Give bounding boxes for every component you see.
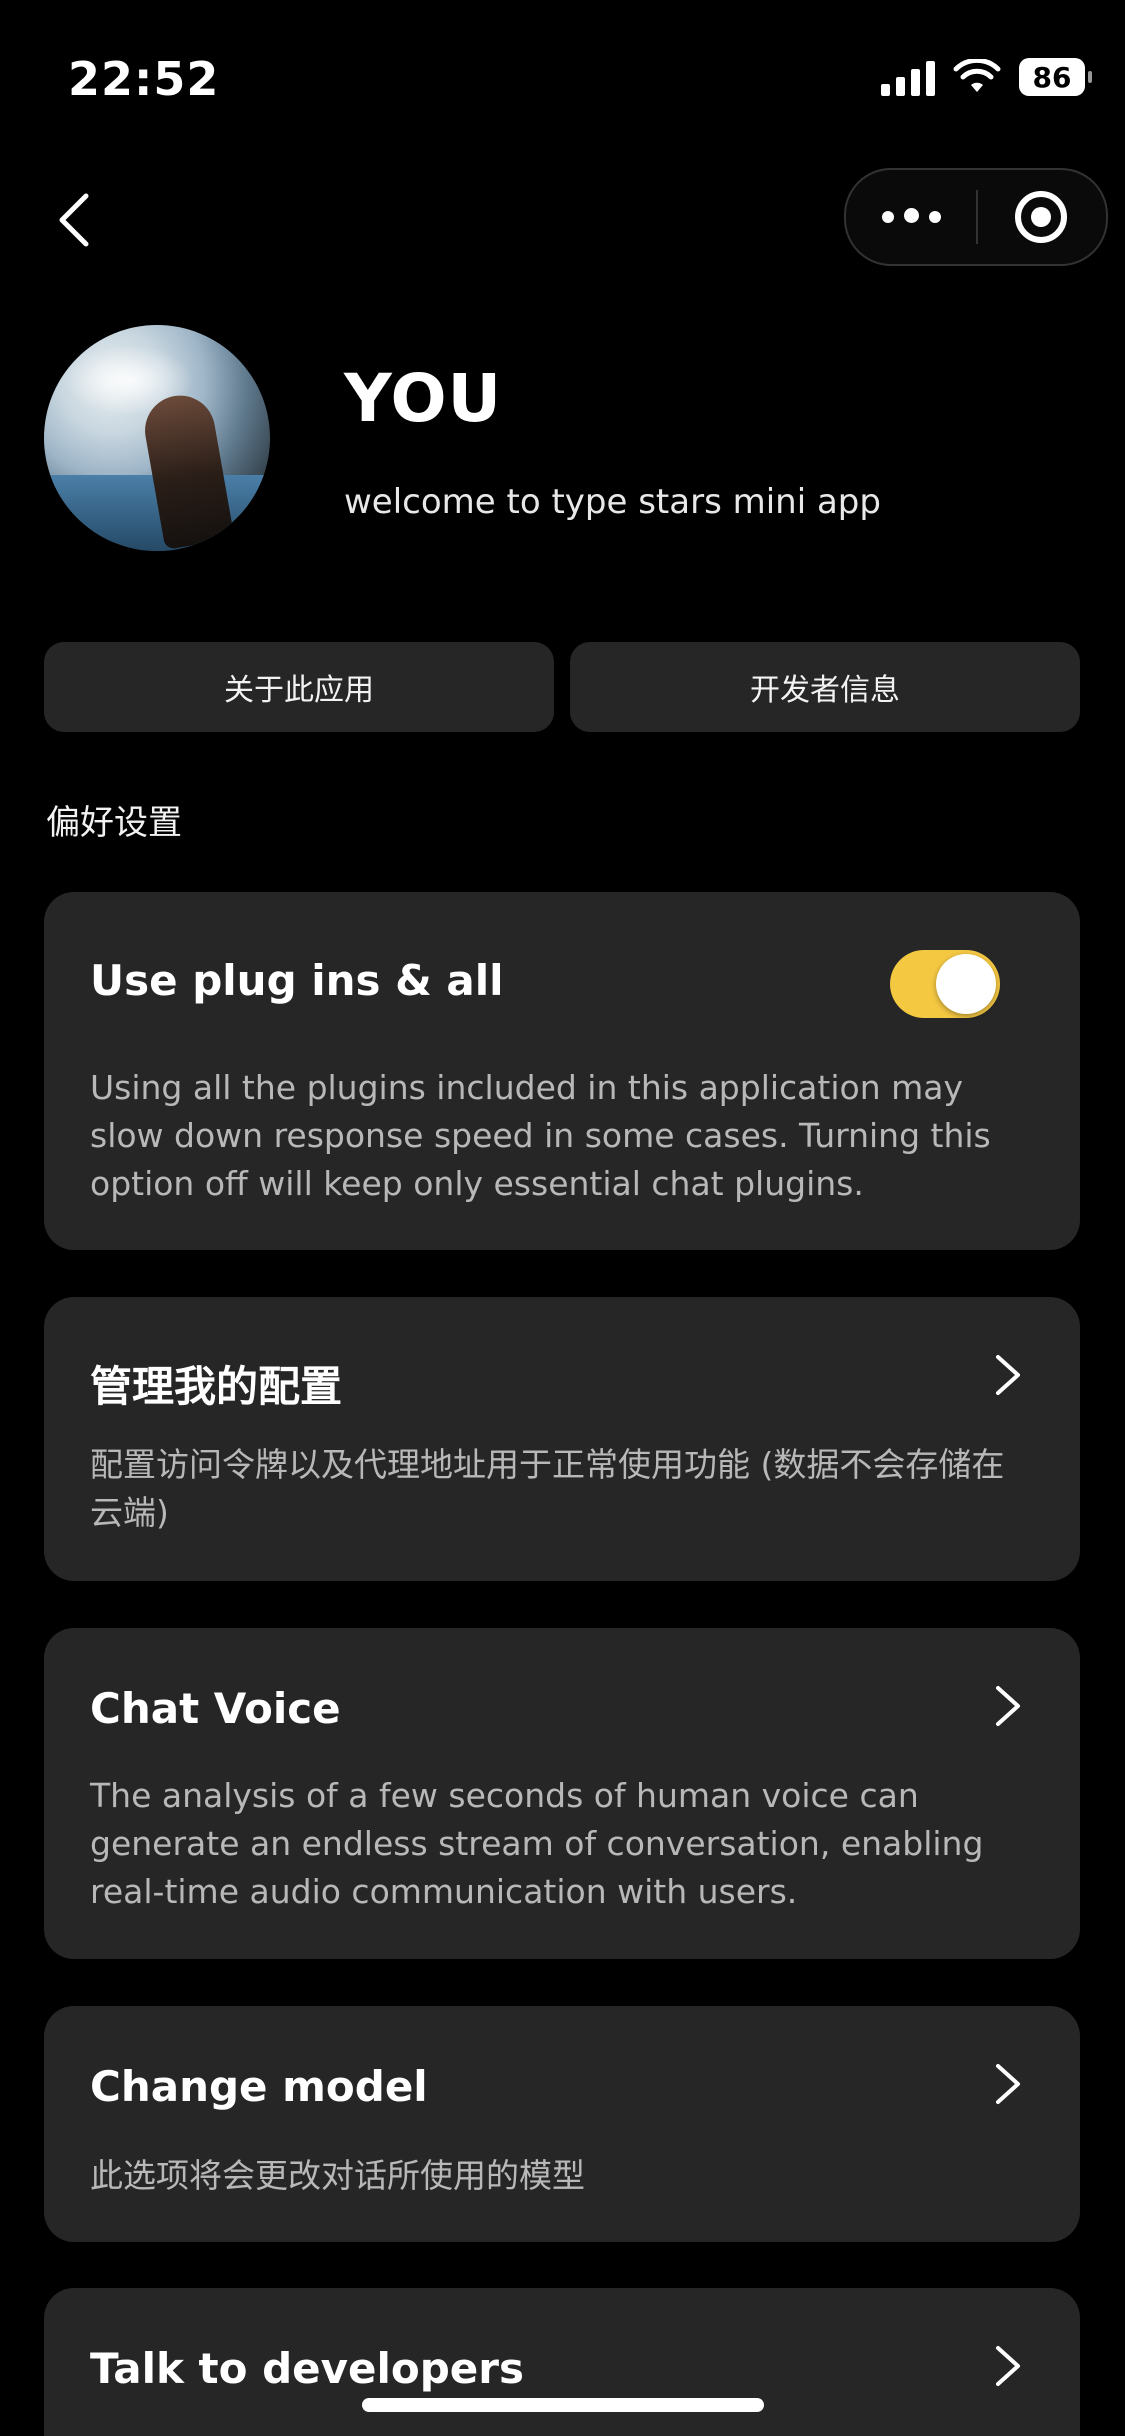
section-title-preferences: 偏好设置: [46, 803, 182, 843]
chevron-right-icon: [996, 1355, 1020, 1395]
toggle-knob: [936, 954, 996, 1014]
more-dots-icon: [877, 207, 946, 227]
back-button[interactable]: [44, 190, 104, 250]
profile-name: YOU: [344, 360, 503, 437]
status-icons: 86: [881, 58, 1092, 96]
chevron-left-icon: [59, 193, 89, 247]
chat-voice-title: Chat Voice: [90, 1684, 341, 1733]
developer-info-button[interactable]: 开发者信息: [570, 642, 1080, 732]
chevron-right-icon: [996, 2346, 1020, 2386]
talk-to-developers-card[interactable]: Talk to developers: [44, 2288, 1080, 2436]
chat-voice-card[interactable]: Chat Voice The analysis of a few seconds…: [44, 1628, 1080, 1959]
about-app-button[interactable]: 关于此应用: [44, 642, 554, 732]
plugins-toggle[interactable]: [890, 950, 1000, 1018]
manage-config-card[interactable]: 管理我的配置 配置访问令牌以及代理地址用于正常使用功能 (数据不会存储在云端): [44, 1297, 1080, 1581]
chevron-right-icon: [996, 2064, 1020, 2104]
chat-voice-description: The analysis of a few seconds of human v…: [90, 1776, 984, 1911]
change-model-description: 此选项将会更改对话所使用的模型: [90, 2156, 585, 2195]
manage-config-title: 管理我的配置: [90, 1362, 343, 1411]
plugins-card: Use plug ins & all Using all the plugins…: [44, 892, 1080, 1250]
plugins-card-description: Using all the plugins included in this a…: [90, 1068, 991, 1203]
plugins-card-title: Use plug ins & all: [90, 956, 504, 1005]
close-mini-app-button[interactable]: [978, 170, 1104, 264]
wifi-icon: [953, 59, 1001, 92]
status-bar: 22:52 86: [0, 0, 1125, 160]
profile-subtitle: welcome to type stars mini app: [344, 482, 881, 522]
battery-indicator: 86: [1019, 58, 1092, 96]
chevron-right-icon: [996, 1686, 1020, 1726]
cellular-signal-icon: [881, 58, 935, 96]
change-model-card[interactable]: Change model 此选项将会更改对话所使用的模型: [44, 2006, 1080, 2242]
mini-app-capsule: [844, 168, 1108, 266]
avatar: [44, 325, 270, 551]
talk-to-developers-title: Talk to developers: [90, 2344, 525, 2393]
status-time: 22:52: [68, 52, 220, 106]
target-circle-icon: [1015, 191, 1067, 243]
more-button[interactable]: [846, 170, 976, 264]
change-model-title: Change model: [90, 2062, 428, 2111]
home-indicator: [362, 2398, 764, 2412]
manage-config-description: 配置访问令牌以及代理地址用于正常使用功能 (数据不会存储在云端): [90, 1445, 1005, 1532]
